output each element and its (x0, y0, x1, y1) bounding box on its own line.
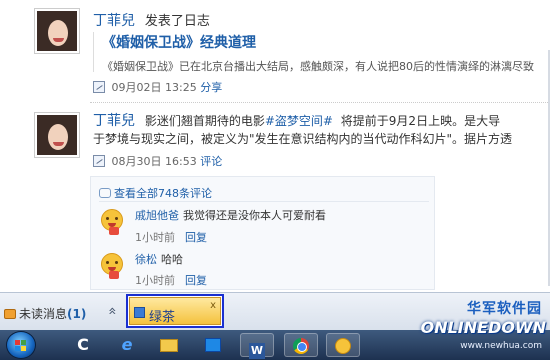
chevron-up-icon[interactable]: » (104, 307, 120, 316)
comment-item: 戚旭他爸 我觉得还是没你本人可爱耐看 (135, 207, 326, 223)
chat-tab-body: 绿茶 x (129, 297, 221, 325)
reply-link[interactable]: 回复 (185, 274, 207, 287)
post-meta: 09月02日 13:25 分享 (93, 79, 222, 95)
avatar-photo (37, 115, 77, 155)
comment-time: 1小时前 (135, 274, 175, 287)
note-icon (93, 155, 105, 167)
qq-taskbar-button[interactable] (326, 333, 360, 357)
site-watermark: 华军软件园 ONLINEDOWN www.newhua.com (420, 298, 550, 360)
avatar-photo (37, 11, 77, 51)
comment-divider (99, 201, 429, 202)
comment-bubble-icon (99, 188, 111, 198)
chat-tab-lvcha[interactable]: 绿茶 x (126, 294, 224, 328)
chrome-icon (293, 338, 309, 354)
message-icon (4, 309, 16, 319)
start-button[interactable] (6, 331, 36, 359)
reply-link[interactable]: 回复 (185, 231, 207, 244)
user-name-link[interactable]: 丁菲兒 (93, 113, 135, 129)
c-app-taskbar-button[interactable]: C (66, 333, 100, 357)
media-taskbar-button[interactable] (196, 333, 230, 357)
hashtag-link[interactable]: #盗梦空间# (265, 114, 333, 128)
user-name-link[interactable]: 丁菲兒 (93, 13, 135, 29)
post-action: 发表了日志 (144, 14, 210, 29)
watermark-url: www.newhua.com (460, 341, 542, 351)
word-icon: W (249, 343, 265, 359)
close-icon[interactable]: x (210, 300, 216, 311)
folder-taskbar-button[interactable] (152, 333, 186, 357)
watermark-logo: ONLINEDOWN (420, 318, 546, 337)
post-text: 将提前于9月2日上映。是大导 (340, 114, 501, 128)
comment-meta: 1小时前 回复 (135, 229, 207, 245)
avatar-badge-icon (109, 271, 119, 279)
post-meta: 08月30日 16:53 评论 (93, 153, 222, 169)
blog-quote: 《婚姻保卫战》经典道理 《婚姻保卫战》已在北京台播出大结局，感触颇深，有人说把8… (93, 32, 550, 73)
note-icon (93, 81, 105, 93)
unread-count: (1) (67, 307, 87, 321)
comment-text: 我觉得还是没你本人可爱耐看 (183, 209, 326, 222)
view-all-comments-link[interactable]: 查看全部748条评论 (99, 185, 212, 201)
post-text: 影迷们翘首期待的电影 (144, 114, 265, 128)
qq-icon (335, 338, 351, 354)
comment-text: 哈哈 (161, 253, 183, 266)
unread-label: 未读消息 (19, 307, 68, 321)
word-taskbar-button[interactable]: W (240, 333, 274, 359)
comment-link[interactable]: 评论 (200, 155, 222, 168)
media-player-icon (205, 338, 221, 352)
blog-excerpt: 《婚姻保卫战》已在北京台播出大结局，感触颇深，有人说把80后的性情演绎的淋漓尽致 (102, 60, 534, 73)
comments-panel: 查看全部748条评论 戚旭他爸 我觉得还是没你本人可爱耐看 1小时前 回复 徐松 哈哈… (90, 176, 435, 290)
folder-icon (160, 339, 178, 352)
activity-feed: 丁菲兒 发表了日志 《婚姻保卫战》经典道理 《婚姻保卫战》已在北京台播出大结局，… (0, 0, 550, 292)
avatar-badge-icon (109, 227, 119, 235)
view-all-label: 查看全部748条评论 (114, 187, 212, 200)
post-divider (90, 102, 550, 103)
ie-taskbar-button[interactable]: e (110, 333, 144, 357)
chat-window-icon (134, 307, 145, 318)
blog-title-link[interactable]: 《婚姻保卫战》经典道理 (102, 32, 550, 52)
c-app-icon: C (77, 335, 89, 354)
comment-meta: 1小时前 回复 (135, 272, 207, 288)
share-link[interactable]: 分享 (200, 81, 222, 94)
ie-icon: e (121, 335, 133, 354)
post-date: 09月02日 13:25 (111, 81, 197, 94)
commenter-name-link[interactable]: 戚旭他爸 (135, 209, 179, 222)
unread-messages-button[interactable]: 未读消息(1) (4, 305, 86, 322)
post-text-line: 于梦境与现实之间，被定义为"发生在意识结构内的当代动作科幻片"。据片方透 (93, 132, 513, 146)
chrome-taskbar-button[interactable] (284, 333, 318, 357)
user-avatar[interactable] (34, 112, 80, 158)
chat-tab-label: 绿茶 (149, 310, 176, 325)
post-date: 08月30日 16:53 (111, 155, 197, 168)
user-avatar[interactable] (34, 8, 80, 54)
comment-time: 1小时前 (135, 231, 175, 244)
post-header: 丁菲兒 发表了日志 (93, 10, 210, 30)
comment-item: 徐松 哈哈 (135, 251, 183, 267)
watermark-cn: 华军软件园 (467, 301, 542, 317)
post-text-line: 丁菲兒 影迷们翘首期待的电影#盗梦空间# 将提前于9月2日上映。是大导 (93, 110, 500, 130)
commenter-name-link[interactable]: 徐松 (135, 253, 157, 266)
